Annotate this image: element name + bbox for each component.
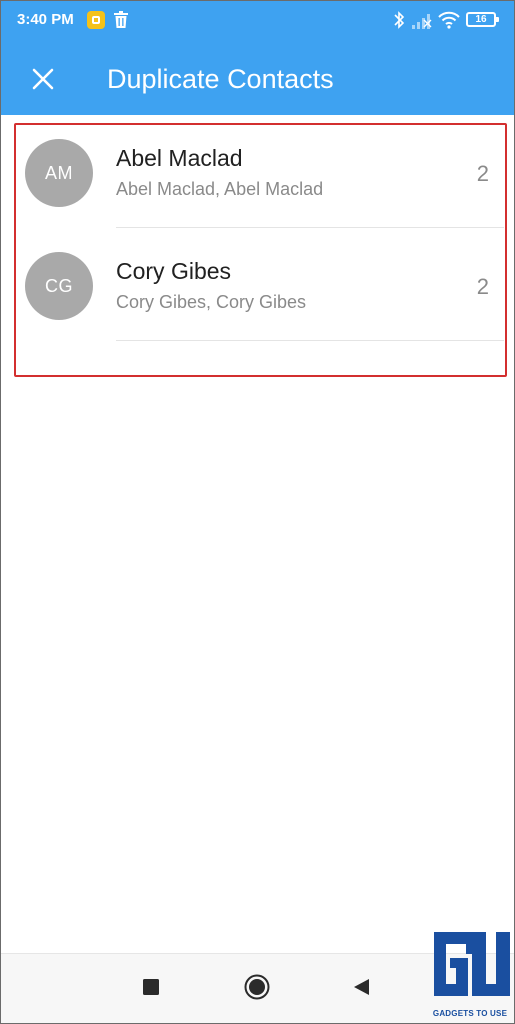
gadgets-to-use-watermark: GADGETS TO USE (428, 928, 512, 1020)
notification-icon (87, 11, 105, 29)
status-bar: 3:40 PM 16 (1, 1, 514, 39)
home-button[interactable] (241, 971, 273, 1003)
home-circle-icon (244, 974, 270, 1000)
status-time: 3:40 PM (17, 11, 74, 28)
contact-avatar: CG (25, 252, 93, 320)
close-icon (32, 68, 54, 90)
contact-name: Abel Maclad (116, 145, 243, 171)
wifi-icon (438, 11, 460, 29)
duplicate-count: 2 (476, 274, 489, 299)
bluetooth-icon (394, 11, 405, 29)
contact-duplicates: Abel Maclad, Abel Maclad (116, 179, 324, 199)
recents-square-icon (143, 979, 159, 995)
trash-icon (114, 11, 128, 28)
contact-row[interactable]: CG Cory Gibes Cory Gibes, Cory Gibes 2 (1, 228, 514, 341)
contact-duplicates: Cory Gibes, Cory Gibes (116, 292, 307, 312)
close-button[interactable] (23, 59, 63, 99)
back-button[interactable] (345, 971, 377, 1003)
row-divider (116, 340, 504, 341)
contact-row[interactable]: AM Abel Maclad Abel Maclad, Abel Maclad … (1, 115, 514, 228)
contact-avatar: AM (25, 139, 93, 207)
gadgets-to-use-logo-icon (434, 932, 510, 996)
contact-name: Cory Gibes (116, 258, 232, 284)
duplicate-count: 2 (476, 161, 489, 186)
watermark-text: GADGETS TO USE (432, 1009, 508, 1018)
signal-icon (412, 14, 432, 29)
back-triangle-icon (354, 979, 369, 995)
app-bar: 3:40 PM 16 Duplicate Contacts (1, 1, 514, 115)
duplicate-contacts-list: AM Abel Maclad Abel Maclad, Abel Maclad … (1, 115, 514, 341)
recents-button[interactable] (135, 971, 167, 1003)
page-title: Duplicate Contacts (107, 64, 334, 94)
battery-icon: 16 (466, 12, 499, 27)
